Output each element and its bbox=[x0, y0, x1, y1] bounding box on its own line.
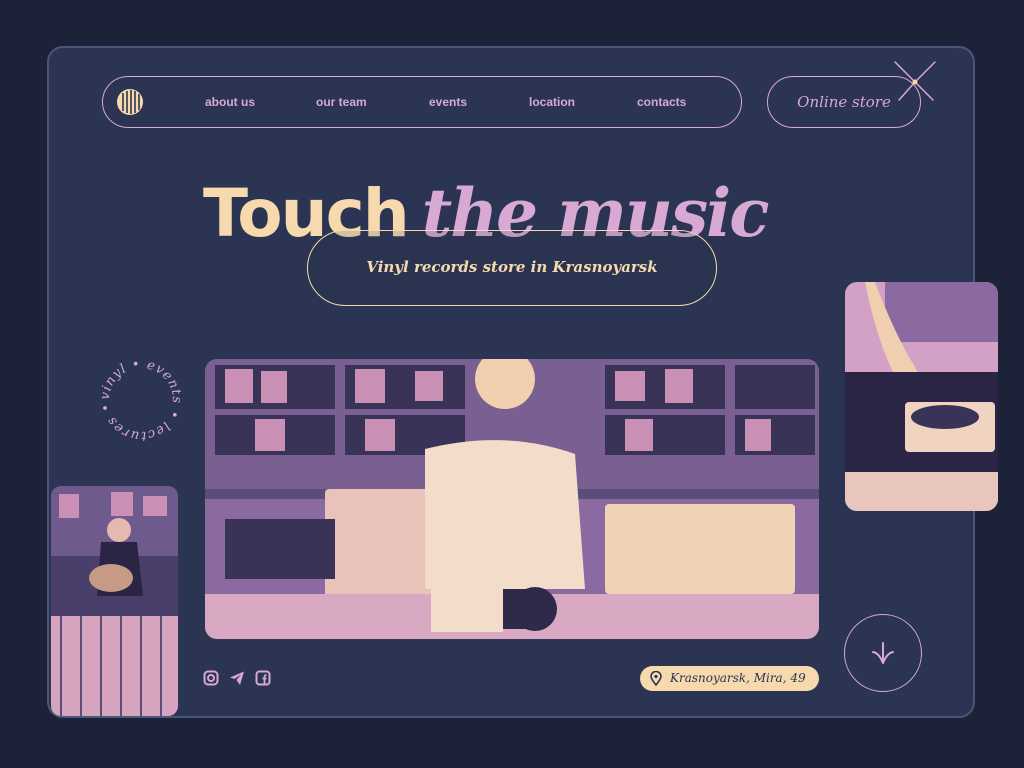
main-nav: about us our team events location contac… bbox=[102, 76, 742, 128]
circular-text-badge: vinyl • events • lectures • bbox=[98, 357, 184, 443]
instagram-icon[interactable] bbox=[203, 670, 219, 686]
nav-about-us[interactable]: about us bbox=[205, 95, 255, 109]
location-pin-icon bbox=[650, 671, 662, 686]
svg-text:vinyl • events • lectures •: vinyl • events • lectures • bbox=[98, 357, 184, 443]
guitarist-photo bbox=[51, 486, 178, 716]
sparkle-icon bbox=[894, 61, 936, 101]
record-store-photo bbox=[205, 359, 819, 639]
address-text: Krasnoyarsk, Mira, 49 bbox=[670, 671, 806, 685]
nav-events[interactable]: events bbox=[429, 95, 467, 109]
logo-icon[interactable] bbox=[117, 89, 143, 115]
address-badge: Krasnoyarsk, Mira, 49 bbox=[640, 666, 819, 691]
arrow-down-icon bbox=[872, 642, 894, 664]
scroll-down-button[interactable] bbox=[844, 614, 922, 692]
nav-contacts[interactable]: contacts bbox=[637, 95, 686, 109]
nav-our-team[interactable]: our team bbox=[316, 95, 367, 109]
facebook-icon[interactable] bbox=[255, 670, 271, 686]
telegram-icon[interactable] bbox=[229, 670, 245, 686]
nav-location[interactable]: location bbox=[529, 95, 575, 109]
circular-badge-text: vinyl • events • lectures • bbox=[98, 357, 183, 443]
turntable-photo bbox=[845, 282, 998, 511]
hero-subtitle: Vinyl records store in Krasnoyarsk bbox=[307, 230, 717, 306]
